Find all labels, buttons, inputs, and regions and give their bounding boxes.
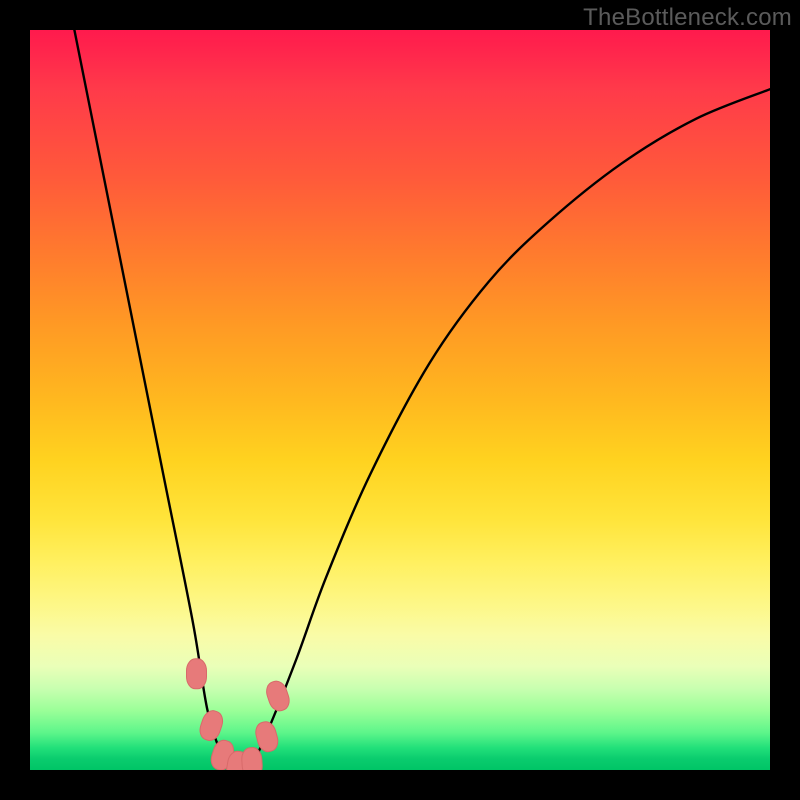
- plot-area: [30, 30, 770, 770]
- highlighted-points-group: [187, 659, 293, 770]
- highlight-marker: [187, 659, 207, 689]
- chart-frame: TheBottleneck.com: [0, 0, 800, 800]
- highlight-marker: [253, 720, 280, 754]
- highlight-marker: [197, 708, 225, 743]
- bottleneck-curve: [74, 30, 770, 770]
- bottleneck-curve-svg: [30, 30, 770, 770]
- attribution-watermark: TheBottleneck.com: [583, 4, 792, 32]
